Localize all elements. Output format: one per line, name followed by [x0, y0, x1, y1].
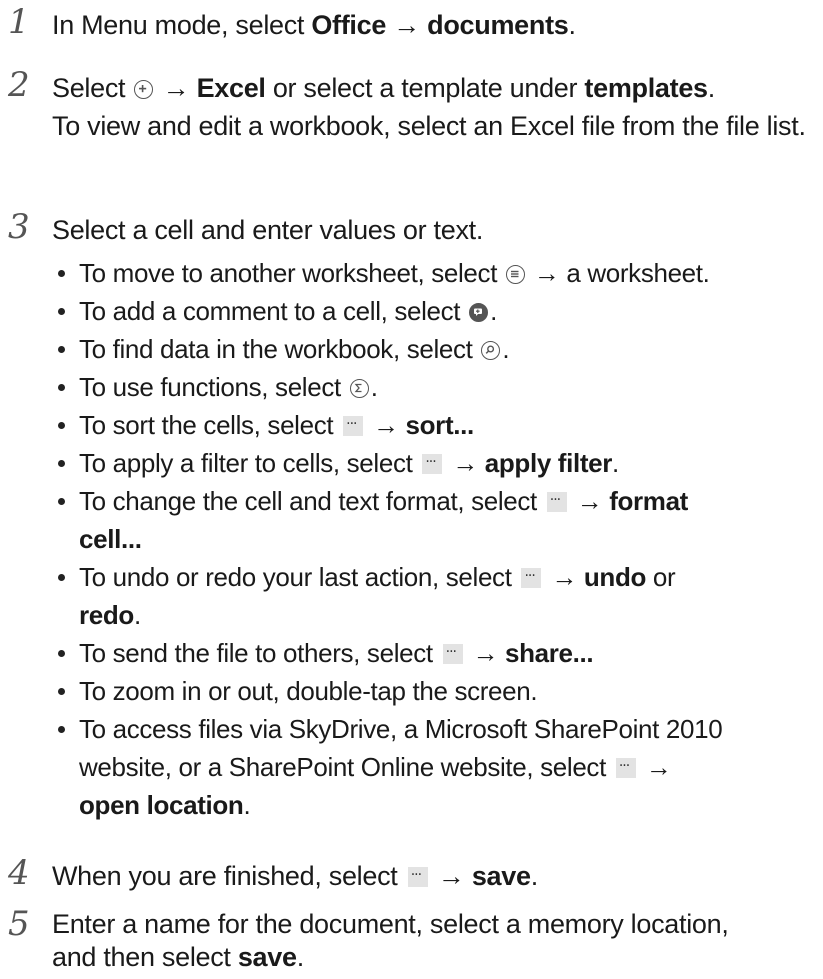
bold-text: templates: [584, 73, 708, 103]
text: → a worksheet.: [526, 258, 710, 288]
arrow-text: →: [386, 10, 428, 40]
plus-circle-icon: [134, 80, 154, 99]
step-number: 2: [8, 65, 30, 105]
step-number: 3: [8, 207, 30, 247]
list-item: To use functions, select .: [52, 368, 817, 406]
text: To add a comment to a cell, select: [79, 296, 468, 326]
list-item: To zoom in or out, double-tap the screen…: [52, 672, 817, 710]
text: To zoom in or out, double-tap the screen…: [79, 676, 538, 706]
text: Enter a name for the document, select a …: [52, 909, 729, 939]
text: .: [707, 73, 716, 103]
more-dots-icon: [521, 557, 542, 595]
list-item: To add a comment to a cell, select .: [52, 292, 817, 330]
text: .: [370, 372, 378, 402]
search-circle-icon: [481, 341, 501, 360]
text: .: [612, 448, 619, 478]
bold-text: undo: [583, 562, 647, 592]
more-dots-icon: [615, 747, 636, 785]
text: To find data in the workbook, select: [79, 334, 480, 364]
text: When you are finished, select: [52, 861, 405, 891]
bold-text: Office: [311, 10, 387, 40]
bold-text: format: [609, 486, 688, 516]
step-text: In Menu mode, select Office → documents.: [52, 6, 815, 44]
comment-circle-icon: [469, 303, 489, 322]
arrow-text: →: [465, 638, 506, 668]
bold-text: save: [237, 942, 297, 972]
text: .: [243, 790, 251, 820]
step-number: 4: [8, 853, 30, 893]
text: and then select: [52, 942, 238, 972]
text: .: [296, 942, 305, 972]
text: or: [646, 562, 676, 592]
continuation: redo.: [79, 596, 817, 634]
bold-text: Excel: [196, 73, 266, 103]
list-item: To change the cell and text format, sele…: [52, 481, 817, 558]
step-text: When you are finished, select → save.: [52, 856, 815, 895]
text: Select: [52, 73, 133, 103]
step-number: 5: [8, 904, 30, 944]
list-item: To apply a filter to cells, select → app…: [52, 443, 817, 482]
bold-text: open location: [79, 790, 244, 820]
arrow-text: →: [544, 562, 584, 592]
text: To use functions, select: [79, 372, 348, 402]
text: or select a template under: [265, 73, 585, 103]
continuation: open location.: [79, 786, 817, 824]
more-dots-icon: [343, 405, 364, 443]
bold-text: apply filter: [484, 448, 613, 478]
more-dots-icon: [546, 481, 567, 519]
text: .: [133, 600, 141, 630]
list-item: To find data in the workbook, select .: [52, 330, 817, 368]
text: .: [502, 334, 510, 364]
arrow-text: →: [445, 448, 485, 478]
step-text: Enter a name for the document, select a …: [52, 908, 815, 974]
bold-text: sort...: [405, 410, 475, 440]
step-text: Select → Excel or select a template unde…: [52, 69, 815, 145]
text: To apply a filter to cells, select: [79, 448, 420, 478]
bold-text: cell...: [79, 524, 142, 554]
text: To send the file to others, select: [79, 638, 440, 668]
bold-text: documents: [427, 10, 569, 40]
text: .: [568, 10, 577, 40]
list-circle-icon: [505, 265, 525, 284]
text: website, or a SharePoint Online website,…: [79, 752, 613, 782]
bold-text: save: [471, 861, 531, 891]
text: To access files via SkyDrive, a Microsof…: [79, 714, 723, 744]
step-text: Select a cell and enter values or text.: [52, 215, 484, 245]
list-item: To access files via SkyDrive, a Microsof…: [52, 710, 817, 824]
text: To undo or redo your last action, select: [79, 562, 519, 592]
step-note: To view and edit a workbook, select an E…: [52, 111, 806, 141]
arrow-text: →: [155, 73, 197, 103]
arrow-text: →: [366, 410, 406, 440]
list-item: To move to another worksheet, select → a…: [52, 254, 817, 292]
more-dots-icon: [407, 856, 428, 894]
text: To sort the cells, select: [79, 410, 341, 440]
bold-text: redo: [79, 600, 134, 630]
text: To change the cell and text format, sele…: [79, 486, 544, 516]
text: .: [490, 296, 497, 326]
list-item: To send the file to others, select → sha…: [52, 633, 817, 672]
text: .: [530, 861, 539, 891]
text: To move to another worksheet, select: [79, 258, 504, 288]
text: In Menu mode, select: [52, 10, 312, 40]
bold-text: share...: [505, 638, 594, 668]
arrow-text: →: [430, 861, 472, 891]
arrow-text: →: [638, 752, 672, 782]
more-dots-icon: [442, 633, 463, 671]
list-item: To undo or redo your last action, select…: [52, 557, 817, 634]
step-number: 1: [8, 2, 30, 42]
document-page: 1 In Menu mode, select Office → document…: [0, 0, 823, 979]
list-item: To sort the cells, select → sort...: [52, 405, 817, 444]
arrow-text: →: [569, 486, 610, 516]
more-dots-icon: [422, 443, 443, 481]
sigma-circle-icon: [349, 379, 369, 398]
option-list: To move to another worksheet, select → a…: [52, 254, 817, 824]
